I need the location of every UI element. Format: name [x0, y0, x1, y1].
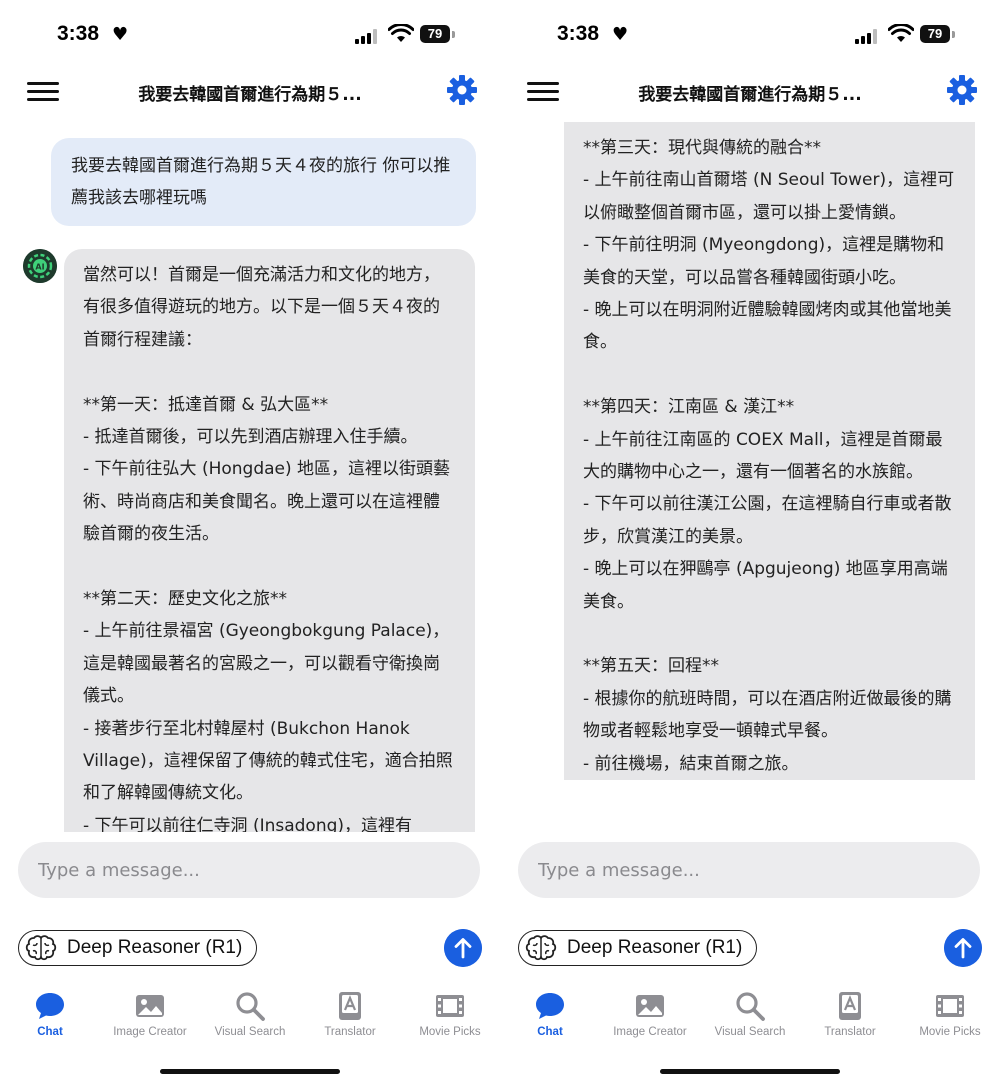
wifi-icon: [388, 24, 414, 42]
tab-label: Image Creator: [113, 1026, 187, 1038]
bot-message-line: **第五天：回程**: [583, 656, 719, 677]
bot-message-line: [83, 356, 455, 388]
tab-visual-search[interactable]: Visual Search: [700, 990, 800, 1038]
bot-message-line: [583, 618, 955, 650]
bot-message-bubble: 當然可以！首爾是一個充滿活力和文化的地方，有很多值得遊玩的地方。以下是一個５天４…: [64, 249, 475, 832]
tab-label: Visual Search: [714, 1026, 786, 1038]
status-time: 3:38: [57, 22, 100, 45]
translate-icon: [339, 992, 361, 1020]
tab-movie-picks[interactable]: Movie Picks: [900, 990, 1000, 1038]
bot-message-line: - 下午前往弘大 (Hongdae) 地區，這裡以街頭藝術、時尚商店和美食聞名。…: [83, 459, 451, 545]
tab-label: Chat: [37, 1026, 63, 1038]
chat-header: 我要去韓國首爾進行為期５...: [500, 70, 1000, 114]
home-indicator: [160, 1069, 340, 1074]
battery-cap: [452, 31, 455, 38]
tab-chat[interactable]: Chat: [500, 990, 600, 1038]
chat-bubble-icon: [536, 993, 564, 1019]
bot-message-bubble-continued: **第三天：現代與傳統的融合** - 上午前往南山首爾塔 (N Seoul Tow…: [564, 122, 975, 781]
bot-message-line: - 接著步行至北村韓屋村 (Bukchon Hanok Village)，這裡保…: [83, 718, 453, 804]
tab-bar: Chat Image Creator Visual Search Transla…: [500, 990, 1000, 1050]
send-button[interactable]: [944, 929, 982, 967]
tab-label: Movie Picks: [419, 1026, 481, 1038]
heart-icon: ♥: [612, 24, 629, 45]
battery-icon: 79: [920, 25, 950, 43]
chat-header: 我要去韓國首爾進行為期５...: [0, 70, 500, 114]
battery-cap: [952, 31, 955, 38]
bot-message-line: **第二天：歷史文化之旅**: [83, 589, 287, 610]
status-bar: 3:38 ♥ 79: [0, 18, 500, 50]
model-selector-button[interactable]: Deep Reasoner (R1): [18, 930, 258, 966]
tab-label: Image Creator: [613, 1026, 687, 1038]
heart-icon: ♥: [112, 24, 129, 45]
translate-icon: [839, 992, 861, 1020]
status-time: 3:38: [557, 22, 600, 45]
magnifier-icon: [236, 992, 265, 1021]
chat-title: 我要去韓國首爾進行為期５...: [138, 85, 362, 105]
bot-message-line: - 上午前往江南區的 COEX Mall，這裡是首爾最大的購物中心之一，還有一個…: [583, 429, 943, 483]
chat-title: 我要去韓國首爾進行為期５...: [638, 85, 862, 105]
bot-message-line: - 上午前往南山首爾塔 (N Seoul Tower)，這裡可以俯瞰整個首爾市區…: [583, 170, 955, 223]
tab-bar: Chat Image Creator Visual Search Transla…: [0, 990, 500, 1050]
bot-avatar-icon: AI: [23, 249, 57, 283]
hamburger-menu-icon[interactable]: [527, 82, 559, 102]
gear-icon[interactable]: [446, 74, 478, 106]
avatar-label: AI: [35, 263, 44, 272]
hamburger-menu-icon[interactable]: [27, 82, 59, 102]
image-icon: [636, 995, 664, 1017]
bot-message-line: 當然可以！首爾是一個充滿活力和文化的地方，有很多值得遊玩的地方。以下是一個５天４…: [83, 265, 440, 350]
bot-message-line: **第一天：抵達首爾 & 弘大區**: [83, 394, 329, 415]
tab-chat[interactable]: Chat: [0, 990, 100, 1038]
home-indicator: [660, 1069, 840, 1074]
image-icon: [136, 995, 164, 1017]
tab-label: Translator: [824, 1026, 876, 1038]
tab-label: Movie Picks: [919, 1026, 981, 1038]
tab-movie-picks[interactable]: Movie Picks: [400, 990, 500, 1038]
tab-label: Chat: [537, 1026, 563, 1038]
magnifier-icon: [736, 992, 765, 1021]
phone-screen-left: 3:38 ♥ 79 我要去韓國首爾進行為期５... 我要去韓國首爾進行為期５天４…: [0, 0, 500, 1085]
bot-message-line: - 前往機場，結束首爾之旅。: [583, 753, 799, 774]
tab-translator[interactable]: Translator: [300, 990, 400, 1038]
bot-message-line: [83, 551, 455, 583]
brain-icon: [25, 935, 57, 961]
bot-message-line: - 晚上可以在明洞附近體驗韓國烤肉或其他當地美食。: [583, 300, 952, 353]
bot-message-line: [583, 359, 955, 391]
message-list[interactable]: 我要去韓國首爾進行為期５天４夜的旅行 你可以推薦我該去哪裡玩嗎 AI 當然可以！首爾…: [0, 122, 500, 832]
bot-message-line: **第四天：江南區 & 漢江**: [583, 397, 795, 418]
wifi-icon: [888, 24, 914, 42]
bot-message-line: - 抵達首爾後，可以先到酒店辦理入住手續。: [83, 427, 418, 448]
film-icon: [436, 995, 464, 1017]
bot-message-line: - 下午可以前往仁寺洞 (Insadong)，這裡有: [83, 815, 413, 832]
message-input[interactable]: [518, 842, 980, 898]
gear-icon[interactable]: [946, 74, 978, 106]
tab-translator[interactable]: Translator: [800, 990, 900, 1038]
status-bar: 3:38 ♥ 79: [500, 18, 1000, 50]
battery-icon: 79: [420, 25, 450, 43]
signal-icon: [855, 28, 881, 44]
screenshot-pair: 3:38 ♥ 79 我要去韓國首爾進行為期５... 我要去韓國首爾進行為期５天４…: [0, 0, 1000, 1085]
bot-message-line: **第三天：現代與傳統的融合**: [583, 138, 821, 158]
tab-label: Visual Search: [214, 1026, 286, 1038]
user-message-bubble: 我要去韓國首爾進行為期５天４夜的旅行 你可以推薦我該去哪裡玩嗎: [51, 138, 476, 226]
bot-message-line: - 根據你的航班時間，可以在酒店附近做最後的購物或者輕鬆地享受一頓韓式早餐。: [583, 688, 952, 742]
chat-bubble-icon: [36, 993, 64, 1019]
tab-visual-search[interactable]: Visual Search: [200, 990, 300, 1038]
model-label: Deep Reasoner (R1): [567, 937, 743, 958]
tab-label: Translator: [324, 1026, 376, 1038]
tab-image-creator[interactable]: Image Creator: [600, 990, 700, 1038]
send-button[interactable]: [444, 929, 482, 967]
film-icon: [936, 995, 964, 1017]
signal-icon: [355, 28, 381, 44]
phone-screen-right: 3:38 ♥ 79 我要去韓國首爾進行為期５... **第三天：現代與傳統的融合…: [500, 0, 1000, 1085]
tab-image-creator[interactable]: Image Creator: [100, 990, 200, 1038]
message-list[interactable]: **第三天：現代與傳統的融合** - 上午前往南山首爾塔 (N Seoul Tow…: [500, 122, 1000, 832]
bot-message-line: - 下午可以前往漢江公園，在這裡騎自行車或者散步，欣賞漢江的美景。: [583, 494, 952, 547]
brain-icon: [525, 935, 557, 961]
bot-message-line: - 晚上可以在狎鷗亭 (Apgujeong) 地區享用高端美食。: [583, 559, 948, 612]
bot-message-line: - 下午前往明洞 (Myeongdong)，這裡是購物和美食的天堂，可以品嘗各種…: [583, 235, 945, 288]
model-selector-button[interactable]: Deep Reasoner (R1): [518, 930, 758, 966]
model-label: Deep Reasoner (R1): [67, 937, 243, 958]
bot-message-line: - 上午前往景福宮 (Gyeongbokgung Palace)，這是韓國最著名…: [83, 621, 450, 707]
message-input[interactable]: [18, 842, 480, 898]
